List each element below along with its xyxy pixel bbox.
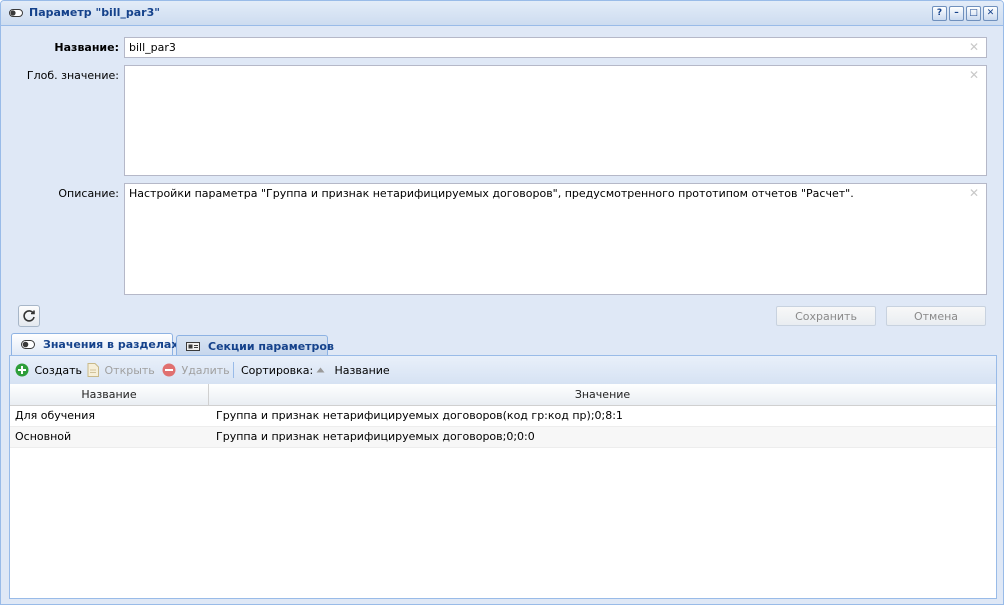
create-button[interactable]: Создать (15, 363, 82, 377)
toolbar-separator (233, 362, 234, 378)
name-input-value: bill_par3 (129, 41, 176, 54)
parameter-window: Параметр "bill_par3" ? – □ ✕ Название: b… (0, 0, 1004, 605)
folder-sections-icon (186, 342, 200, 351)
sort-name-button[interactable]: Название (316, 364, 390, 377)
row-name: Для обучения (15, 409, 95, 422)
tab-label: Значения в разделах (43, 338, 179, 351)
column-header-name[interactable]: Название (10, 384, 209, 405)
save-button[interactable]: Сохранить (776, 306, 876, 326)
sort-name-label: Название (334, 364, 390, 377)
description-text: Настройки параметра "Группа и признак не… (129, 187, 854, 200)
sort-ascending-icon (316, 367, 325, 373)
sort-label: Сортировка: (241, 364, 314, 377)
tab-strip: Значения в разделах Секции параметров (9, 333, 997, 356)
window-title: Параметр "bill_par3" (29, 6, 160, 19)
table-row[interactable]: Для обучения Группа и признак нетарифици… (10, 406, 996, 427)
row-value: Группа и признак нетарифицируемых догово… (216, 430, 535, 443)
grid-toolbar: Создать Открыть Удалить Сортировка: Назв… (10, 356, 996, 385)
tab-label: Секции параметров (208, 340, 334, 353)
name-label: Название: (54, 41, 119, 54)
close-icon[interactable]: ✕ (983, 6, 998, 21)
plus-circle-icon (15, 363, 29, 377)
row-value: Группа и признак нетарифицируемых догово… (216, 409, 623, 422)
refresh-button[interactable] (18, 305, 40, 327)
global-value-label: Глоб. значение: (26, 69, 119, 82)
table-row[interactable]: Основной Группа и признак нетарифицируем… (10, 427, 996, 448)
section-values-panel: Создать Открыть Удалить Сортировка: Назв… (9, 355, 997, 599)
global-value-textarea[interactable]: ✕ (124, 65, 987, 176)
description-label: Описание: (58, 187, 119, 200)
minus-circle-icon (162, 363, 176, 377)
cancel-button[interactable]: Отмена (886, 306, 986, 326)
document-icon (87, 363, 99, 377)
row-name: Основной (15, 430, 72, 443)
column-header-value[interactable]: Значение (209, 384, 996, 405)
window-titlebar[interactable]: Параметр "bill_par3" ? – □ ✕ (1, 1, 1003, 26)
parameter-toggle-icon (21, 340, 35, 349)
global-value-clear-icon[interactable]: ✕ (969, 68, 979, 82)
tab-section-values[interactable]: Значения в разделах (11, 333, 178, 356)
refresh-icon (23, 310, 35, 322)
tab-parameter-sections[interactable]: Секции параметров (176, 335, 334, 356)
maximize-icon[interactable]: □ (966, 6, 981, 21)
parameter-toggle-icon (9, 9, 23, 17)
delete-button[interactable]: Удалить (162, 363, 230, 377)
name-input[interactable]: bill_par3 ✕ (124, 37, 987, 58)
create-label: Создать (34, 364, 83, 377)
grid-header: Название Значение (10, 384, 996, 406)
description-clear-icon[interactable]: ✕ (969, 186, 979, 200)
description-textarea[interactable]: Настройки параметра "Группа и признак не… (124, 183, 987, 295)
name-clear-icon[interactable]: ✕ (969, 40, 979, 54)
delete-label: Удалить (181, 364, 230, 377)
open-button[interactable]: Открыть (87, 363, 155, 377)
open-label: Открыть (104, 364, 155, 377)
parameter-form: Название: bill_par3 ✕ Глоб. значение: ✕ … (1, 26, 1003, 330)
help-icon[interactable]: ? (932, 6, 947, 21)
minimize-icon[interactable]: – (949, 6, 964, 21)
